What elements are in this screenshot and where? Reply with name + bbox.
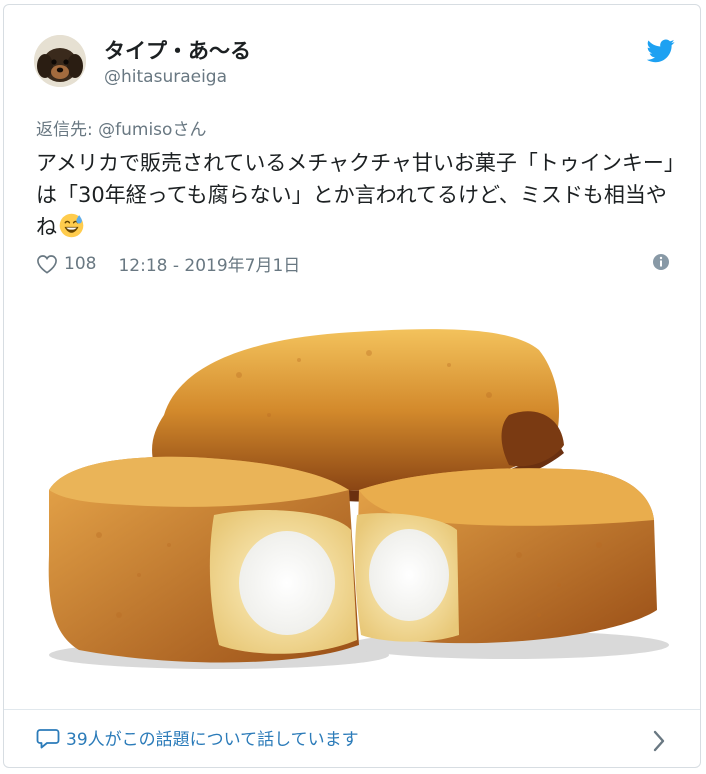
twitter-bird-icon[interactable] <box>647 39 675 63</box>
speech-bubble-icon <box>36 728 60 748</box>
tweet-meta: 108 12:18 - 2019年7月1日 <box>36 251 300 276</box>
heart-icon[interactable] <box>36 254 58 274</box>
embedded-tweet-card: タイプ・あ〜る @hitasuraeiga 返信先: @fumisoさん アメリ… <box>3 4 701 768</box>
chevron-right-icon[interactable] <box>652 729 666 753</box>
sweat-smile-emoji <box>59 213 84 238</box>
snack-cakes-photo[interactable] <box>39 305 679 695</box>
timestamp[interactable]: 12:18 - 2019年7月1日 <box>118 251 300 276</box>
reply-prefix: 返信先: <box>36 120 99 140</box>
avatar[interactable] <box>34 35 86 87</box>
footer-divider <box>4 709 700 710</box>
info-icon[interactable] <box>652 253 670 271</box>
reply-suffix: さん <box>172 120 207 140</box>
conversation-link[interactable]: 39人がこの話題について話しています <box>36 725 359 750</box>
like-count[interactable]: 108 <box>64 254 96 274</box>
tweet-text: アメリカで販売されているメチャクチャ甘いお菓子「トゥインキー」は「30年経っても… <box>36 147 676 243</box>
display-name[interactable]: タイプ・あ〜る <box>104 35 251 65</box>
reply-context: 返信先: @fumisoさん <box>36 115 206 140</box>
reply-mention-link[interactable]: @fumiso <box>98 120 172 140</box>
conversation-text[interactable]: 39人がこの話題について話しています <box>66 725 359 750</box>
tweet-body: アメリカで販売されているメチャクチャ甘いお菓子「トゥインキー」は「30年経っても… <box>36 151 675 239</box>
user-handle[interactable]: @hitasuraeiga <box>104 67 227 87</box>
